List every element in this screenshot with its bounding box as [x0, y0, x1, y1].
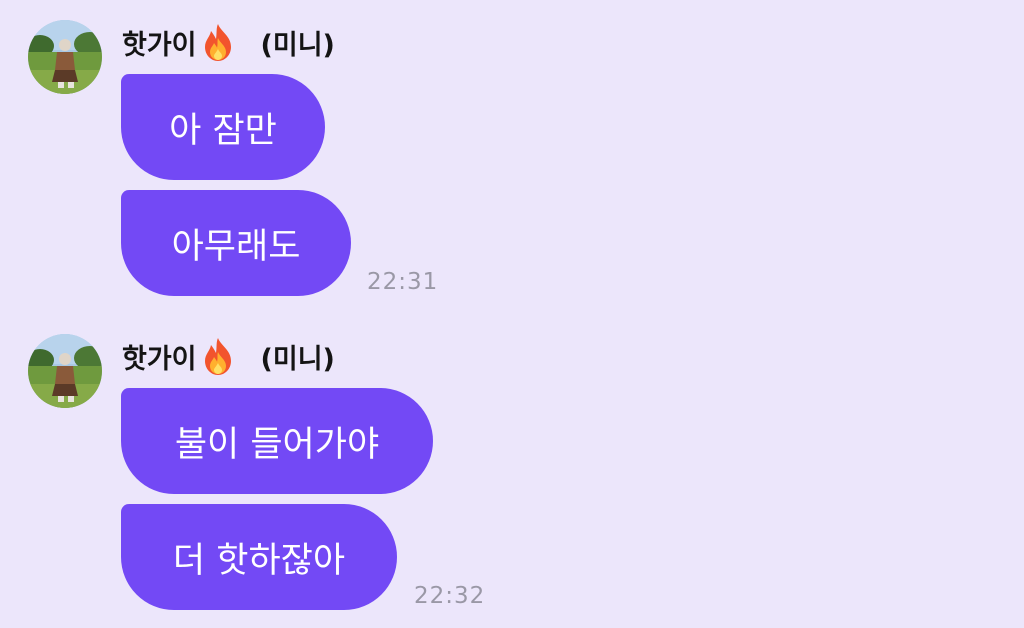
message-group: 핫가이 (미니) 아 잠만 아무래도 22:31 [0, 20, 1024, 310]
message-group: 핫가이 (미니) 불이 들어가야 더 핫하잖아 22:32 [0, 334, 1024, 628]
fire-icon [201, 22, 235, 62]
sender-tag: (미니) [260, 29, 335, 61]
sender-name-row: 핫가이 (미니) [122, 22, 335, 62]
message-bubble[interactable]: 아무래도 [121, 190, 351, 296]
fire-icon [201, 336, 235, 376]
avatar[interactable] [28, 334, 102, 408]
sender-name-row: 핫가이 (미니) [122, 336, 335, 376]
sender-name: 핫가이 [122, 343, 197, 375]
message-bubble[interactable]: 아 잠만 [121, 74, 325, 180]
message-bubble[interactable]: 불이 들어가야 [121, 388, 433, 494]
sender-name: 핫가이 [122, 29, 197, 61]
message-timestamp: 22:32 [414, 583, 486, 609]
message-bubble[interactable]: 더 핫하잖아 [121, 504, 397, 610]
sender-tag: (미니) [260, 343, 335, 375]
avatar[interactable] [28, 20, 102, 94]
message-timestamp: 22:31 [367, 269, 439, 295]
avatar-photo-icon [28, 20, 102, 94]
avatar-photo-icon [28, 334, 102, 408]
